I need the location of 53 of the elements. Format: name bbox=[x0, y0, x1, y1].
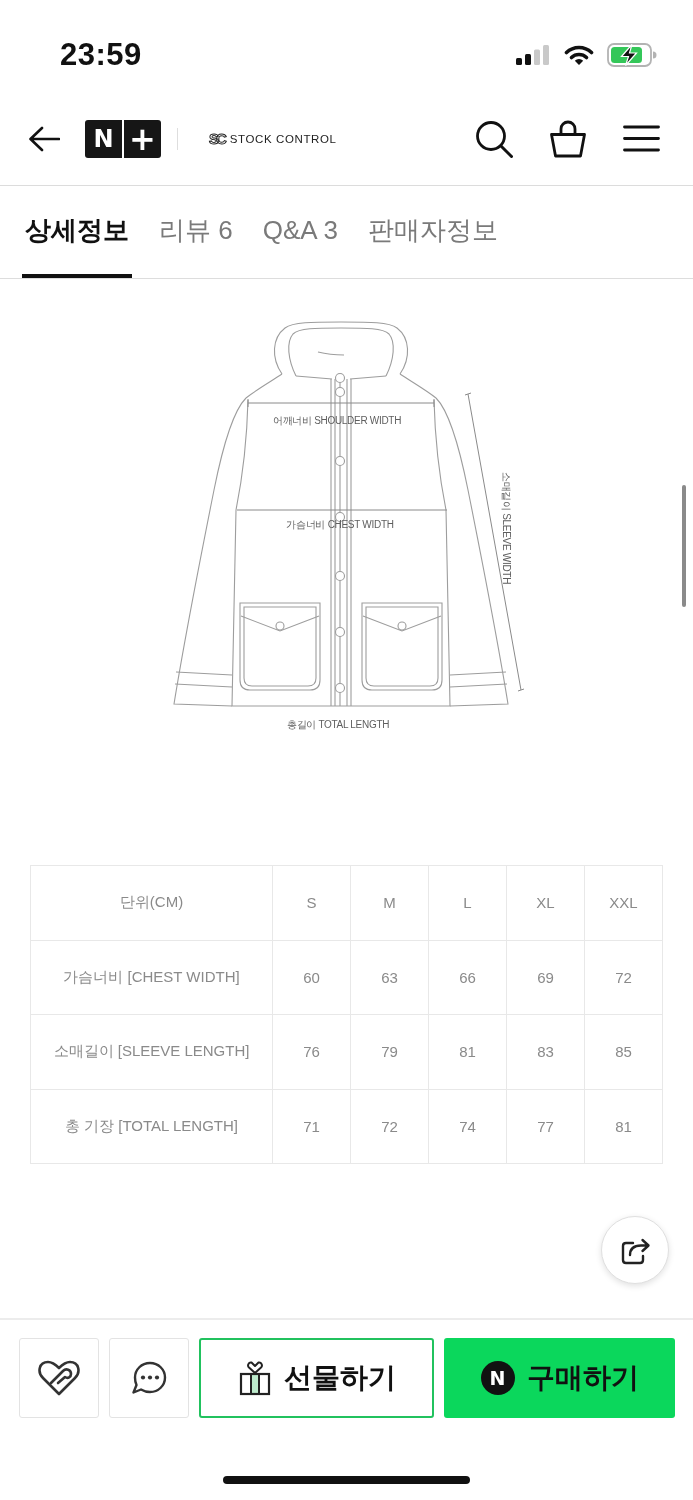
pay-logo: N bbox=[480, 1361, 515, 1395]
table-cell: 72 bbox=[350, 1089, 429, 1164]
table-cell: 63 bbox=[350, 940, 429, 1015]
table-cell: 79 bbox=[350, 1014, 429, 1089]
chat-button[interactable] bbox=[109, 1338, 189, 1418]
tab[interactable]: 리뷰 6 bbox=[156, 186, 236, 278]
battery-charging-icon bbox=[607, 43, 657, 67]
status-time: 23:59 bbox=[60, 37, 142, 73]
search-icon[interactable] bbox=[475, 119, 513, 158]
table-cell: 81 bbox=[428, 1014, 507, 1089]
measurement-label: 어깨너비 SHOULDER WIDTH bbox=[272, 415, 402, 426]
brand-logo-tile[interactable]: N bbox=[85, 119, 122, 158]
column-header: L bbox=[428, 865, 507, 940]
gift-box-icon bbox=[237, 1360, 272, 1396]
gift-button[interactable]: 선물하기 bbox=[199, 1338, 434, 1418]
brand-logo-tile[interactable]: + bbox=[124, 119, 161, 158]
table-cell: 72 bbox=[584, 940, 663, 1015]
shopping-bag-icon[interactable] bbox=[549, 118, 587, 159]
table-cell: 74 bbox=[428, 1089, 507, 1164]
table-cell: 60 bbox=[272, 940, 351, 1015]
measurement-label: 가슴너비 CHEST WIDTH bbox=[286, 519, 394, 530]
row-header: 소매길이 [SLEEVE LENGTH] bbox=[30, 1014, 273, 1089]
column-header: S bbox=[272, 865, 351, 940]
table-cell: 69 bbox=[506, 940, 585, 1015]
tab[interactable]: Q&A 3 bbox=[259, 186, 341, 278]
table-cell: 83 bbox=[506, 1014, 585, 1089]
share-button[interactable] bbox=[601, 1216, 669, 1284]
signal-icon bbox=[516, 45, 551, 65]
wifi-icon bbox=[564, 44, 594, 66]
column-header: XXL bbox=[584, 865, 663, 940]
table-cell: 66 bbox=[428, 940, 507, 1015]
row-header: 총 기장 [TOTAL LENGTH] bbox=[30, 1089, 273, 1164]
measurement-label: 총길이 TOTAL LENGTH bbox=[286, 719, 390, 730]
column-header: XL bbox=[506, 865, 585, 940]
buy-button[interactable]: N 구매하기 bbox=[444, 1338, 675, 1418]
store-logo-mark[interactable]: SC bbox=[209, 130, 227, 147]
menu-icon[interactable] bbox=[623, 125, 660, 152]
measurement-label: 소매길이 SLEEVE WIDTH bbox=[500, 471, 512, 585]
chat-bubble-icon bbox=[130, 1360, 168, 1396]
wishlist-button[interactable] bbox=[19, 1338, 99, 1418]
table-cell: 76 bbox=[272, 1014, 351, 1089]
table-cell: 77 bbox=[506, 1089, 585, 1164]
store-name[interactable]: STOCK CONTROL bbox=[229, 132, 337, 145]
heart-icon bbox=[37, 1359, 81, 1397]
tab[interactable]: 판매자정보 bbox=[364, 186, 501, 278]
row-header: 가슴너비 [CHEST WIDTH] bbox=[30, 940, 273, 1015]
tab[interactable]: 상세정보 bbox=[22, 186, 132, 278]
column-header: M bbox=[350, 865, 429, 940]
column-header: 단위(CM) bbox=[30, 865, 273, 940]
table-cell: 71 bbox=[272, 1089, 351, 1164]
back-arrow-icon[interactable] bbox=[28, 125, 60, 152]
table-cell: 81 bbox=[584, 1089, 663, 1164]
table-cell: 85 bbox=[584, 1014, 663, 1089]
